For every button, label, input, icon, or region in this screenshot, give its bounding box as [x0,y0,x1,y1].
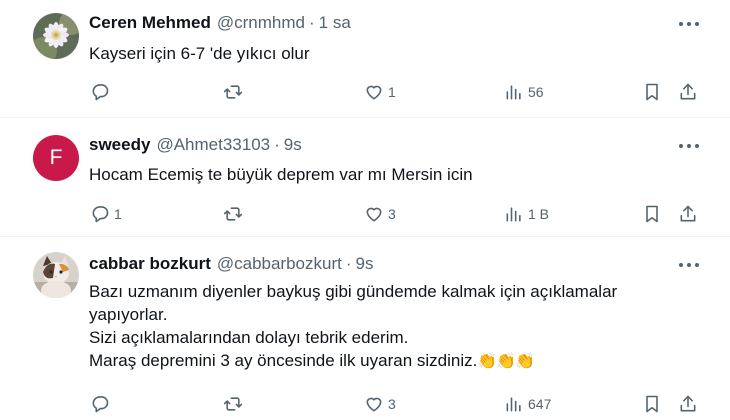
heart-icon [366,85,382,100]
clapping-hands-emoji: 👏👏👏 [477,353,535,370]
views-button[interactable]: 647 [504,389,551,419]
reply-count: 1 [114,206,122,222]
retweet-button[interactable] [223,389,247,419]
tweet-actions: 1 3 1 B [0,199,730,229]
bookmark-icon [646,83,658,101]
tweet-line: Bazı uzmanım diyenler baykuş gibi gündem… [89,282,618,324]
heart-icon [366,207,382,222]
views-button[interactable]: 1 B [504,199,549,229]
separator-dot: · [308,13,315,32]
tweet-actions: 1 56 [0,77,730,107]
reply-icon [92,206,109,223]
avatar-letter: F [49,146,63,169]
heart-icon [366,397,382,412]
tweet-header: cabbar bozkurt @cabbarbozkurt · 9s [89,253,374,275]
tweet-actions: 3 647 [0,389,730,419]
bookmark-button[interactable] [642,77,662,107]
reply-icon [92,396,109,413]
more-dots-icon[interactable] [676,14,702,34]
separator-dot: · [274,135,280,154]
share-button[interactable] [678,77,698,107]
share-button[interactable] [678,199,698,229]
timestamp[interactable]: 9s [284,135,302,155]
timestamp[interactable]: 1 sa [319,13,351,33]
display-name[interactable]: cabbar bozkurt [89,254,211,274]
tweet-line: Sizi açıklamalarından dolayı tebrik eder… [89,328,409,347]
share-icon [680,83,696,100]
tweet-header: Ceren Mehmed @crnmhmd · 1 sa [89,12,351,34]
reply-feed: Ceren Mehmed @crnmhmd · 1 sa Kayseri içi… [0,0,730,420]
bookmark-button[interactable] [642,389,662,419]
user-handle[interactable]: @Ahmet33103 [156,135,270,155]
tweet-line: Maraş depremini 3 ay öncesinde ilk uyara… [89,349,690,373]
bookmark-icon [646,205,658,223]
view-count: 647 [528,396,552,412]
views-chart-icon [506,85,521,100]
more-dots-icon[interactable] [676,255,702,275]
user-handle[interactable]: @crnmhmd [217,13,305,33]
views-button[interactable]: 56 [504,77,544,107]
display-name[interactable]: sweedy [89,135,150,155]
reply-icon [92,84,109,101]
retweet-button[interactable] [223,199,247,229]
bookmark-icon [646,395,658,413]
view-count: 56 [528,84,544,100]
like-button[interactable]: 1 [364,77,396,107]
share-icon [680,395,696,412]
avatar[interactable] [33,252,79,298]
tweet[interactable]: cabbar bozkurt @cabbarbozkurt · 9s Bazı … [0,237,730,420]
avatar[interactable] [33,13,79,59]
bookmark-button[interactable] [642,199,662,229]
more-dots-icon[interactable] [676,136,702,156]
retweet-icon [223,397,243,411]
user-handle[interactable]: @cabbarbozkurt [217,254,342,274]
display-name[interactable]: Ceren Mehmed [89,13,211,33]
like-count: 3 [388,396,396,412]
tweet-text: Bazı uzmanım diyenler baykuş gibi gündem… [89,280,690,373]
cat-avatar-image [33,252,79,298]
tweet[interactable]: Ceren Mehmed @crnmhmd · 1 sa Kayseri içi… [0,0,730,118]
like-button[interactable]: 3 [364,389,396,419]
retweet-button[interactable] [223,77,247,107]
separator-dot: · [345,254,352,273]
retweet-icon [223,85,243,99]
reply-button[interactable]: 1 [90,199,122,229]
share-button[interactable] [678,389,698,419]
like-count: 1 [388,84,396,100]
timestamp[interactable]: 9s [356,254,374,274]
tweet-text: Kayseri için 6-7 'de yıkıcı olur [89,44,310,63]
avatar[interactable]: F [33,135,79,181]
reply-button[interactable] [90,389,114,419]
views-chart-icon [506,397,521,412]
tweet-text: Hocam Ecemiş te büyük deprem var mı Mers… [89,165,473,184]
views-chart-icon [506,207,521,222]
tweet-header: sweedy @Ahmet33103 · 9s [89,134,302,156]
cactus-flower-avatar-image [33,13,79,59]
like-count: 3 [388,206,396,222]
tweet[interactable]: F sweedy @Ahmet33103 · 9s Hocam Ecemiş t… [0,118,730,237]
reply-button[interactable] [90,77,114,107]
share-icon [680,205,696,222]
tweet-line-text: Maraş depremini 3 ay öncesinde ilk uyara… [89,351,478,370]
retweet-icon [223,207,243,221]
view-count: 1 B [528,206,550,222]
like-button[interactable]: 3 [364,199,396,229]
